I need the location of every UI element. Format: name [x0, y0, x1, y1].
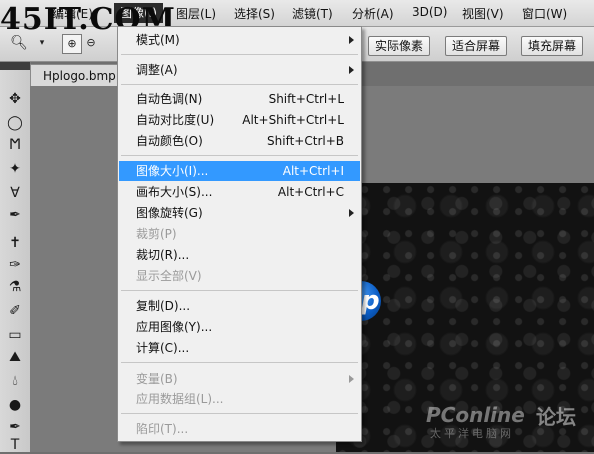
submenu-arrow-icon: [349, 36, 354, 44]
submenu-arrow-icon: [349, 66, 354, 74]
menu-item-image-size[interactable]: 图像大小(I)... Alt+Ctrl+I: [119, 161, 360, 181]
menu-item-shortcut: Shift+Ctrl+L: [268, 92, 344, 106]
menu-separator: [121, 84, 358, 85]
brush-tool-icon[interactable]: ✑: [6, 256, 24, 274]
toolbox-grip[interactable]: [0, 62, 30, 70]
menu-item-crop[interactable]: 裁剪(P): [119, 224, 360, 244]
menu-separator: [121, 413, 358, 414]
menu-item-label: 自动色调(N): [136, 92, 203, 106]
menu-item-label: 自动颜色(O): [136, 134, 203, 148]
menu-window[interactable]: 窗口(W): [522, 5, 567, 22]
menu-item-calculations[interactable]: 计算(C)...: [119, 338, 360, 358]
pconline-watermark: PConline: [426, 403, 525, 427]
menu-item-variables[interactable]: 变量(B): [119, 369, 360, 389]
menu-item-apply-image[interactable]: 应用图像(Y)...: [119, 317, 360, 337]
menu-analysis[interactable]: 分析(A): [352, 5, 394, 22]
menu-item-shortcut: Alt+Ctrl+I: [282, 164, 344, 178]
menu-item-trim[interactable]: 裁切(R)...: [119, 245, 360, 265]
menu-item-auto-contrast[interactable]: 自动对比度(U) Alt+Shift+Ctrl+L: [119, 110, 360, 130]
document-tab-title: Hplogo.bmp: [43, 69, 116, 83]
menu-item-label: 裁切(R)...: [136, 248, 190, 262]
menu-item-label: 调整(A): [136, 63, 178, 77]
tpy-watermark: 太平洋电脑网: [430, 427, 514, 440]
submenu-arrow-icon: [349, 375, 354, 383]
menu-item-canvas-size[interactable]: 画布大小(S)... Alt+Ctrl+C: [119, 182, 360, 202]
zoom-in-icon[interactable]: ⊕: [62, 34, 82, 54]
menu-select[interactable]: 选择(S): [234, 5, 275, 22]
actual-pixels-button[interactable]: 实际像素: [368, 36, 431, 56]
quick-select-icon[interactable]: ✦: [6, 160, 24, 178]
paint-bucket-icon[interactable]: ⛰: [6, 348, 24, 366]
menu-item-adjustments[interactable]: 调整(A): [119, 60, 360, 80]
menu-item-image-rotation[interactable]: 图像旋转(G): [119, 203, 360, 223]
lasso-tool-icon[interactable]: Ϻ: [6, 136, 24, 154]
luntan-watermark: 论坛: [536, 405, 576, 429]
history-brush-icon[interactable]: ✐: [6, 302, 24, 320]
menu-item-label: 应用数据组(L)...: [136, 392, 224, 406]
menu-item-label: 显示全部(V): [136, 269, 202, 283]
menu-item-auto-color[interactable]: 自动颜色(O) Shift+Ctrl+B: [119, 131, 360, 151]
menu-item-label: 复制(D)...: [136, 299, 191, 313]
menu-separator: [121, 290, 358, 291]
menu-3d[interactable]: 3D(D): [412, 5, 447, 19]
menu-layer[interactable]: 图层(L): [176, 5, 216, 22]
eraser-icon[interactable]: ▭: [6, 326, 24, 344]
menu-item-label: 应用图像(Y)...: [136, 320, 213, 334]
menu-item-label: 裁剪(P): [136, 227, 177, 241]
fit-screen-button[interactable]: 适合屏幕: [445, 36, 508, 56]
menu-item-shortcut: Alt+Ctrl+C: [277, 185, 344, 199]
marquee-tool-icon[interactable]: ◯: [6, 114, 24, 132]
menu-item-label: 模式(M): [136, 33, 180, 47]
fill-screen-button[interactable]: 填充屏幕: [521, 36, 584, 56]
blur-tool-icon[interactable]: 💧︎: [6, 372, 24, 390]
menu-item-auto-tone[interactable]: 自动色调(N) Shift+Ctrl+L: [119, 89, 360, 109]
image-canvas[interactable]: hp PConline 论坛 太平洋电脑网: [336, 183, 594, 452]
image-menu-dropdown: 模式(M) 调整(A) 自动色调(N) Shift+Ctrl+L 自动对比度(U…: [117, 26, 362, 442]
menu-item-trap[interactable]: 陷印(T)...: [119, 419, 360, 439]
menu-separator: [121, 155, 358, 156]
menu-item-reveal-all[interactable]: 显示全部(V): [119, 266, 360, 286]
crop-tool-icon[interactable]: ∀: [6, 184, 24, 202]
eyedropper-icon[interactable]: ✒: [6, 206, 24, 224]
menu-item-label: 图像大小(I)...: [136, 164, 209, 178]
menu-item-label: 自动对比度(U): [136, 113, 215, 127]
menu-item-apply-data-set[interactable]: 应用数据组(L)...: [119, 389, 360, 409]
menu-view[interactable]: 视图(V): [462, 5, 504, 22]
type-tool-icon[interactable]: T: [6, 436, 24, 454]
menu-item-shortcut: Alt+Shift+Ctrl+L: [242, 113, 344, 127]
menu-item-label: 图像旋转(G): [136, 206, 203, 220]
pen-tool-icon[interactable]: ✒: [6, 418, 24, 436]
menu-separator: [121, 362, 358, 363]
move-tool-icon[interactable]: ✥: [6, 90, 24, 108]
submenu-arrow-icon: [349, 209, 354, 217]
clone-stamp-icon[interactable]: ⚗: [6, 278, 24, 296]
menu-separator: [121, 54, 358, 55]
menu-item-label: 变量(B): [136, 372, 178, 386]
healing-brush-icon[interactable]: ✝: [6, 234, 24, 252]
dodge-tool-icon[interactable]: ●: [6, 396, 24, 414]
menu-item-shortcut: Shift+Ctrl+B: [267, 134, 344, 148]
menu-item-label: 画布大小(S)...: [136, 185, 213, 199]
menu-item-mode[interactable]: 模式(M): [119, 30, 360, 50]
menu-filter[interactable]: 滤镜(T): [292, 5, 333, 22]
menu-item-duplicate[interactable]: 复制(D)...: [119, 296, 360, 316]
toolbox: ✥ ◯ Ϻ ✦ ∀ ✒ ✝ ✑ ⚗ ✐ ▭ ⛰ 💧︎ ● ✒ T: [0, 62, 31, 454]
menu-item-label: 计算(C)...: [136, 341, 190, 355]
menu-item-label: 陷印(T)...: [136, 422, 189, 436]
